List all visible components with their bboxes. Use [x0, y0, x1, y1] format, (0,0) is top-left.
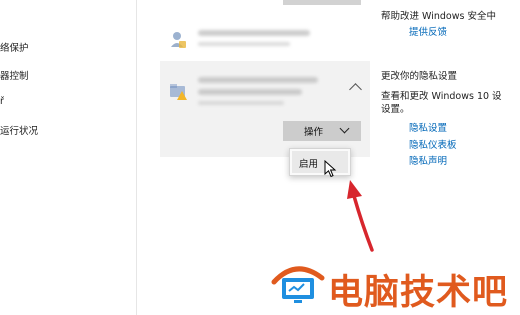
blurred-notification-text — [198, 77, 318, 111]
nav-item-browser-control[interactable]: 器控制 — [0, 68, 29, 82]
privacy-statement-link[interactable]: 隐私声明 — [409, 153, 447, 167]
chevron-down-icon — [339, 123, 350, 134]
privacy-dashboard-link[interactable]: 隐私仪表板 — [409, 137, 457, 151]
red-arrow-annotation — [347, 180, 374, 252]
protection-history-item[interactable] — [160, 20, 370, 64]
menu-item-enable[interactable]: 启用 — [292, 151, 348, 173]
privacy-settings-link[interactable]: 隐私设置 — [409, 120, 447, 134]
mouse-cursor-icon — [324, 160, 337, 178]
privacy-description-line1: 查看和更改 Windows 10 设 — [381, 91, 502, 102]
privacy-description-line2: 设置。 — [381, 104, 410, 115]
privacy-settings-title: 更改你的隐私设置 — [381, 71, 458, 82]
top-action-button-stub[interactable] — [283, 0, 361, 5]
action-dropdown-menu: 启用 — [289, 148, 351, 176]
left-nav: 络保护 器控制 ř 运行状况 — [0, 0, 136, 315]
watermark: 电脑技术吧 — [270, 262, 520, 313]
action-button[interactable]: 操作 — [283, 121, 361, 141]
watermark-text: 电脑技术吧 — [328, 273, 509, 313]
help-improve-title: 帮助改进 Windows 安全中 — [381, 11, 496, 22]
action-button-label: 操作 — [304, 127, 324, 138]
blurred-notification-text — [198, 30, 310, 52]
provide-feedback-link[interactable]: 提供反馈 — [409, 24, 447, 38]
chevron-up-icon[interactable] — [349, 83, 362, 96]
nav-item-network-protection[interactable]: 络保护 — [0, 40, 29, 54]
shield-person-icon — [168, 30, 188, 50]
nav-item-device[interactable]: ř — [0, 96, 4, 107]
nav-divider — [136, 0, 137, 315]
warning-folder-icon — [168, 81, 188, 101]
computer-logo-icon — [271, 266, 325, 303]
nav-item-device-health[interactable]: 运行状况 — [0, 123, 38, 137]
protection-history-item-expanded[interactable] — [160, 61, 370, 157]
